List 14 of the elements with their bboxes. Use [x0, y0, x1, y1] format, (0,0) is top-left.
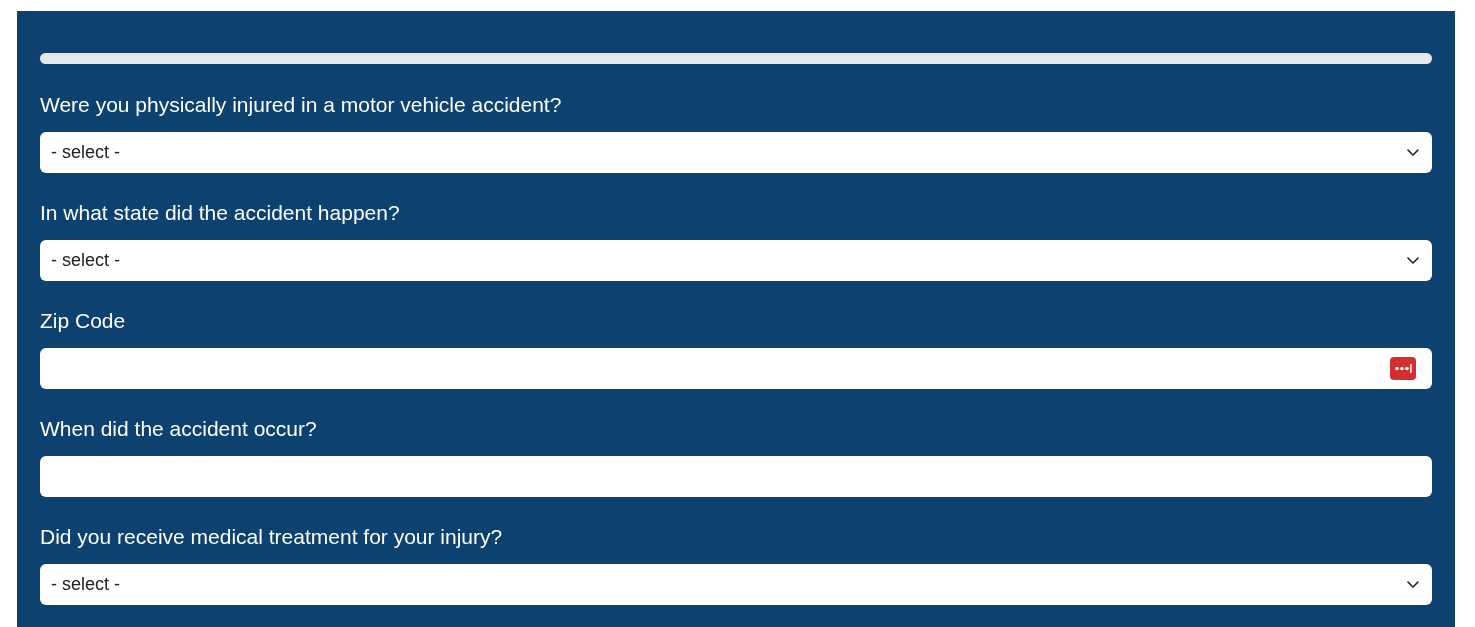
input-field[interactable] [40, 456, 1432, 497]
field-label: Did you receive medical treatment for your injury? [40, 524, 504, 550]
password-dots-icon[interactable] [1390, 357, 1416, 380]
chevron-down-icon [1407, 581, 1419, 588]
field-label: Were you physically injured in a motor vehicle accident? [40, 92, 563, 118]
field-label: Zip Code [40, 308, 127, 334]
dropdown[interactable]: - select - [40, 240, 1432, 281]
field-label: When did the accident occur? [40, 416, 318, 442]
chevron-down-icon [1407, 149, 1419, 156]
input-field[interactable] [40, 348, 1432, 389]
chevron-down-icon [1407, 257, 1419, 264]
field-label: In what state did the accident happen? [40, 200, 401, 226]
dropdown[interactable]: - select - [40, 564, 1432, 605]
dropdown[interactable]: - select - [40, 132, 1432, 173]
